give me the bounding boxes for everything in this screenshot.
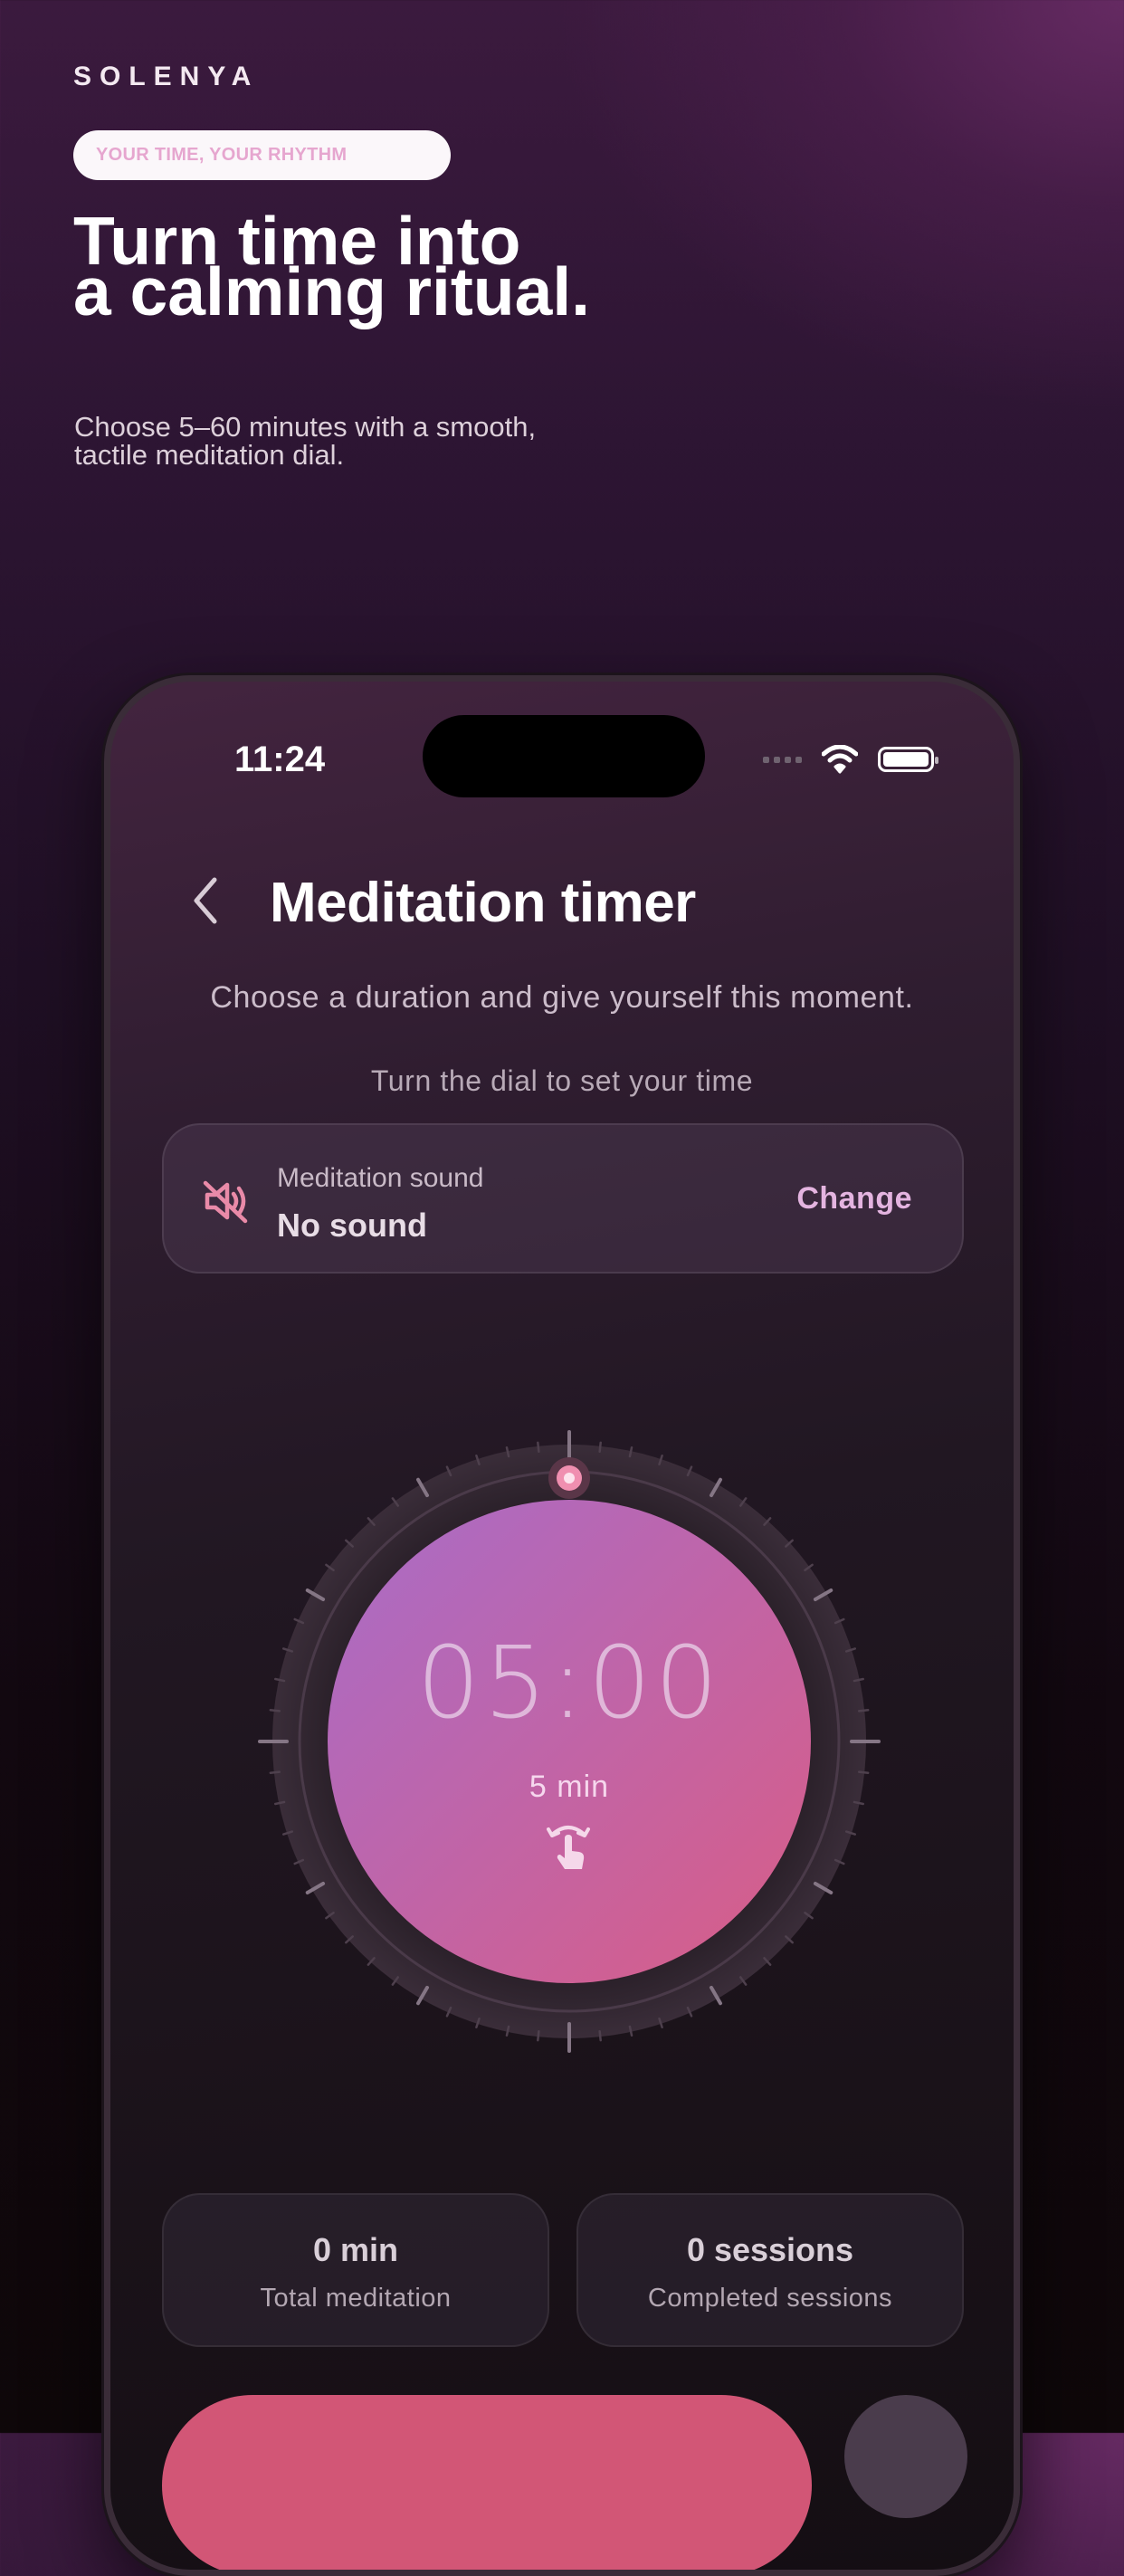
hand-rotate-icon: [547, 1826, 590, 1869]
dial-minutes-label: 5 min: [529, 1770, 610, 1804]
dial-time-display: 05:00: [416, 1625, 722, 1741]
dial-tick: [598, 1441, 602, 1454]
dial-knob-dot: [564, 1473, 575, 1484]
subline-line-1: Choose 5–60 minutes with a smooth,: [74, 411, 537, 443]
dial-tick: [269, 1770, 281, 1774]
tagline-pill: YOUR TIME, YOUR RHYTHM: [73, 130, 451, 180]
phone-mockup: 11:24 Meditation timer Choose a duration…: [104, 675, 1020, 2576]
dial-tick: [857, 1709, 870, 1713]
stat-value: 0 sessions: [686, 2231, 854, 2268]
headline-line-2: a calming ritual.: [73, 253, 590, 329]
dial-center: 05:00 5 min: [328, 1500, 811, 1983]
headline: Turn time into a calming ritual.: [73, 207, 888, 326]
dial-tick: [598, 2029, 602, 2042]
subline-line-2: tactile meditation dial.: [74, 439, 345, 471]
stat-label: Completed sessions: [647, 2284, 893, 2313]
dial-tick: [269, 1709, 281, 1713]
secondary-round-button[interactable]: [844, 2395, 967, 2518]
meditation-dial[interactable]: [110, 682, 1015, 2220]
stat-label: Total meditation: [260, 2284, 452, 2313]
brand-name: SOLENYA: [73, 62, 260, 91]
dial-tick: [857, 1770, 870, 1774]
stat-card-total: 0 min Total meditation: [162, 2193, 549, 2347]
start-button[interactable]: [162, 2395, 812, 2570]
subline: Choose 5–60 minutes with a smooth, tacti…: [74, 413, 708, 469]
stat-card-sessions: 0 sessions Completed sessions: [576, 2193, 964, 2347]
stat-value: 0 min: [312, 2231, 399, 2268]
